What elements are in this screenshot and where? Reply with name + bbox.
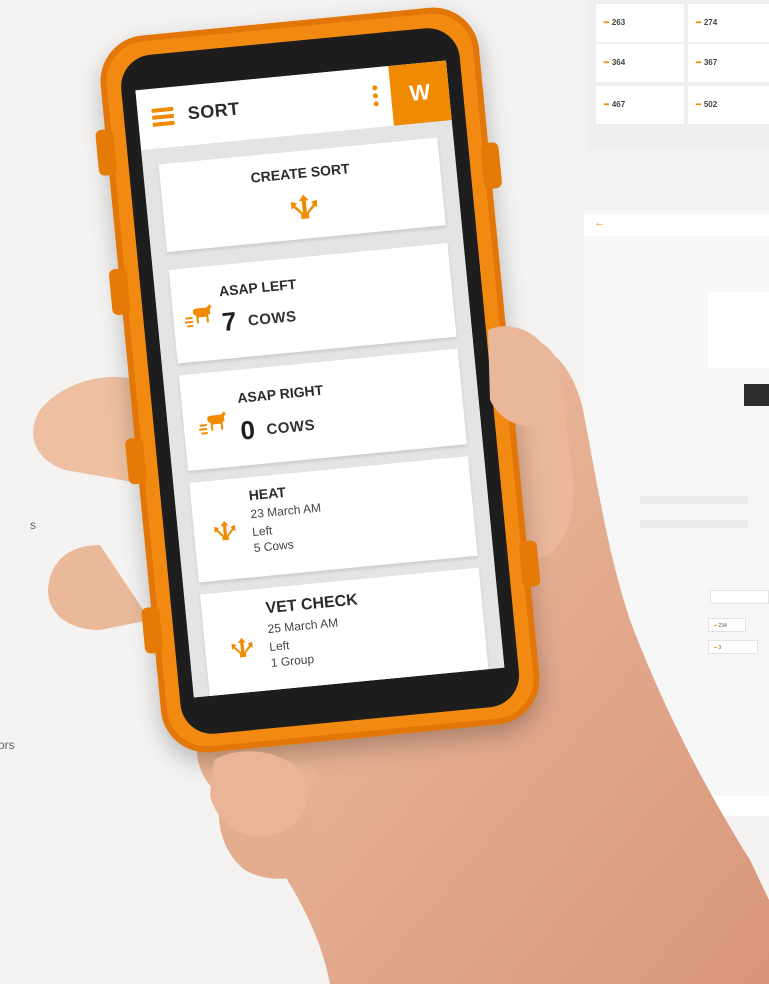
thumb-overlay [210,326,556,837]
